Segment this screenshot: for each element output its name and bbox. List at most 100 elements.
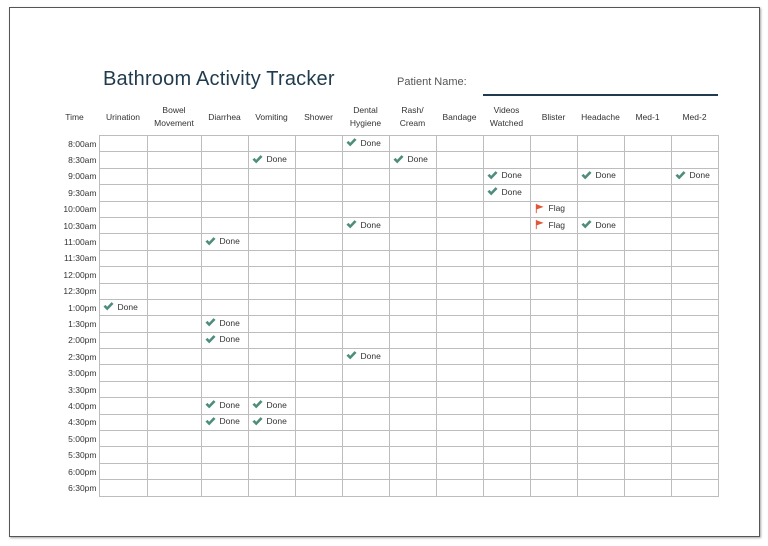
tracker-cell[interactable]: Done xyxy=(388,151,437,169)
tracker-cell[interactable] xyxy=(146,479,202,497)
tracker-cell[interactable] xyxy=(341,298,390,317)
tracker-cell[interactable] xyxy=(200,167,249,186)
tracker-cell[interactable] xyxy=(247,200,296,218)
tracker-cell[interactable] xyxy=(294,282,343,300)
tracker-cell[interactable] xyxy=(98,151,148,169)
tracker-cell[interactable] xyxy=(341,446,390,464)
tracker-cell[interactable] xyxy=(435,184,484,202)
tracker-cell[interactable] xyxy=(670,364,719,382)
tracker-cell[interactable] xyxy=(435,216,484,235)
tracker-cell[interactable] xyxy=(146,430,202,448)
tracker-cell[interactable] xyxy=(388,315,437,333)
tracker-cell[interactable]: Done xyxy=(576,216,625,235)
tracker-cell[interactable] xyxy=(294,134,343,153)
tracker-cell[interactable] xyxy=(200,446,249,464)
tracker-cell[interactable] xyxy=(482,151,531,169)
tracker-cell[interactable] xyxy=(435,446,484,464)
tracker-cell[interactable]: Done xyxy=(200,413,249,432)
tracker-cell[interactable] xyxy=(146,462,202,481)
tracker-cell[interactable] xyxy=(200,282,249,300)
tracker-cell[interactable] xyxy=(388,184,437,202)
tracker-cell[interactable] xyxy=(294,266,343,284)
tracker-cell[interactable]: Done xyxy=(98,298,148,317)
tracker-cell[interactable] xyxy=(146,266,202,284)
tracker-cell[interactable] xyxy=(529,266,578,284)
tracker-cell[interactable] xyxy=(435,397,484,415)
tracker-cell[interactable] xyxy=(200,298,249,317)
tracker-cell[interactable] xyxy=(576,282,625,300)
tracker-cell[interactable] xyxy=(576,184,625,202)
tracker-cell[interactable] xyxy=(435,380,484,399)
tracker-cell[interactable] xyxy=(294,397,343,415)
tracker-cell[interactable] xyxy=(388,348,437,366)
tracker-cell[interactable] xyxy=(341,397,390,415)
tracker-cell[interactable] xyxy=(623,397,672,415)
tracker-cell[interactable] xyxy=(482,315,531,333)
tracker-cell[interactable] xyxy=(294,167,343,186)
tracker-cell[interactable] xyxy=(435,364,484,382)
tracker-cell[interactable] xyxy=(146,331,202,350)
tracker-cell[interactable] xyxy=(529,430,578,448)
tracker-cell[interactable] xyxy=(670,298,719,317)
tracker-cell[interactable] xyxy=(247,380,296,399)
tracker-cell[interactable] xyxy=(670,315,719,333)
tracker-cell[interactable] xyxy=(529,151,578,169)
tracker-cell[interactable] xyxy=(98,430,148,448)
tracker-cell[interactable] xyxy=(670,249,719,268)
tracker-cell[interactable] xyxy=(576,298,625,317)
tracker-cell[interactable] xyxy=(623,233,672,251)
tracker-cell[interactable] xyxy=(341,167,390,186)
tracker-cell[interactable] xyxy=(529,249,578,268)
tracker-cell[interactable] xyxy=(529,167,578,186)
tracker-cell[interactable] xyxy=(146,167,202,186)
tracker-cell[interactable] xyxy=(247,249,296,268)
tracker-cell[interactable] xyxy=(623,315,672,333)
tracker-cell[interactable] xyxy=(341,413,390,432)
tracker-cell[interactable] xyxy=(146,397,202,415)
tracker-cell[interactable] xyxy=(670,200,719,218)
tracker-cell[interactable] xyxy=(98,167,148,186)
tracker-cell[interactable] xyxy=(200,216,249,235)
tracker-cell[interactable]: Done xyxy=(482,167,531,186)
tracker-cell[interactable]: Done xyxy=(341,216,390,235)
tracker-cell[interactable] xyxy=(247,282,296,300)
tracker-cell[interactable] xyxy=(247,315,296,333)
tracker-cell[interactable] xyxy=(623,216,672,235)
tracker-cell[interactable] xyxy=(388,364,437,382)
tracker-cell[interactable] xyxy=(200,200,249,218)
tracker-cell[interactable] xyxy=(247,266,296,284)
tracker-cell[interactable] xyxy=(670,151,719,169)
tracker-cell[interactable] xyxy=(247,331,296,350)
tracker-cell[interactable] xyxy=(98,216,148,235)
tracker-cell[interactable]: Done xyxy=(341,348,390,366)
tracker-cell[interactable] xyxy=(98,397,148,415)
tracker-cell[interactable] xyxy=(98,266,148,284)
tracker-cell[interactable] xyxy=(146,380,202,399)
tracker-cell[interactable] xyxy=(529,348,578,366)
tracker-cell[interactable] xyxy=(482,331,531,350)
tracker-cell[interactable] xyxy=(670,430,719,448)
tracker-cell[interactable]: Done xyxy=(482,184,531,202)
tracker-cell[interactable] xyxy=(98,364,148,382)
tracker-cell[interactable] xyxy=(482,216,531,235)
tracker-cell[interactable] xyxy=(388,200,437,218)
tracker-cell[interactable] xyxy=(623,380,672,399)
tracker-cell[interactable] xyxy=(98,348,148,366)
tracker-cell[interactable] xyxy=(529,315,578,333)
tracker-cell[interactable] xyxy=(482,348,531,366)
tracker-cell[interactable] xyxy=(98,446,148,464)
tracker-cell[interactable] xyxy=(576,266,625,284)
tracker-cell[interactable] xyxy=(146,134,202,153)
tracker-cell[interactable] xyxy=(98,233,148,251)
tracker-cell[interactable] xyxy=(482,266,531,284)
patient-name-field[interactable] xyxy=(483,94,718,96)
tracker-cell[interactable] xyxy=(576,462,625,481)
tracker-cell[interactable] xyxy=(482,364,531,382)
tracker-cell[interactable] xyxy=(435,298,484,317)
tracker-cell[interactable] xyxy=(435,167,484,186)
tracker-cell[interactable] xyxy=(341,315,390,333)
tracker-cell[interactable] xyxy=(670,216,719,235)
tracker-cell[interactable] xyxy=(529,134,578,153)
tracker-cell[interactable] xyxy=(576,413,625,432)
tracker-cell[interactable] xyxy=(482,298,531,317)
